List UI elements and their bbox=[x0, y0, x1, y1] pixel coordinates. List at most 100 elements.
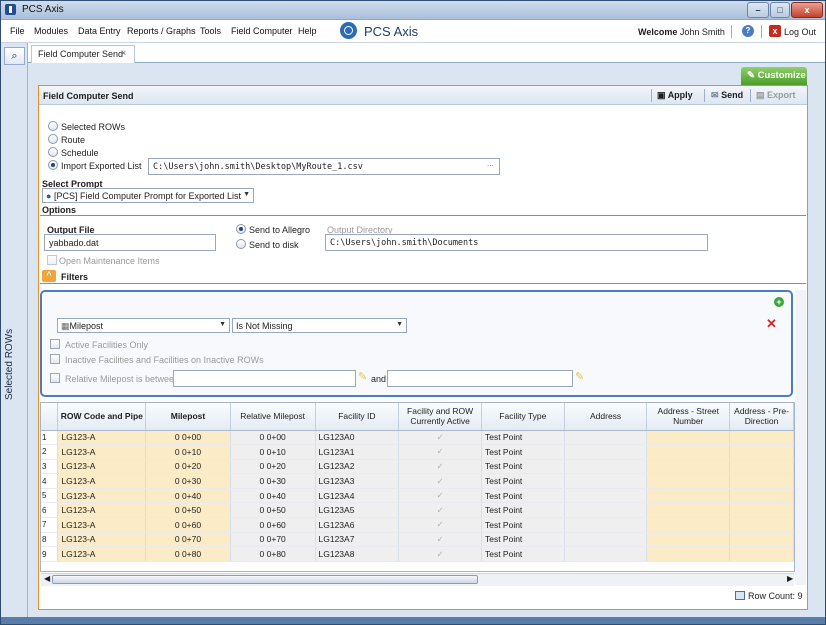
output-directory-field[interactable]: C:\Users\john.smith\Documents bbox=[325, 234, 708, 251]
relative-milepost-to-field[interactable] bbox=[387, 370, 573, 387]
cell-mp[interactable]: 0 0+70 bbox=[145, 532, 231, 548]
column-header[interactable]: Milepost bbox=[145, 403, 231, 431]
column-header[interactable]: Facility ID bbox=[315, 403, 400, 431]
cell-row[interactable]: LG123-A bbox=[57, 459, 147, 475]
cell-row[interactable]: LG123-A bbox=[57, 532, 147, 548]
cell-n[interactable]: 4 bbox=[41, 473, 59, 489]
cell-row[interactable]: LG123-A bbox=[57, 444, 147, 460]
cell-type[interactable]: Test Point bbox=[481, 546, 565, 562]
cell-rmp[interactable]: 0 0+70 bbox=[230, 532, 316, 548]
radio-route[interactable] bbox=[48, 134, 58, 144]
active-checkbox-cell[interactable]: ✓ bbox=[398, 546, 482, 562]
cell-row[interactable]: LG123-A bbox=[57, 430, 147, 446]
cell-fid[interactable]: LG123A0 bbox=[315, 430, 400, 446]
vertical-scrollbar[interactable] bbox=[795, 290, 806, 585]
close-window-button[interactable]: x bbox=[791, 2, 823, 18]
pencil-icon[interactable]: ✎ bbox=[575, 370, 584, 383]
scroll-left-icon[interactable]: ◀ bbox=[44, 574, 50, 583]
table-row[interactable]: 8 LG123-A 0 0+70 0 0+70 LG123A7 ✓ Test Point bbox=[41, 532, 794, 548]
cell-empty[interactable] bbox=[564, 502, 648, 519]
cell-row[interactable]: LG123-A bbox=[57, 473, 147, 489]
cell-fid[interactable]: LG123A4 bbox=[315, 488, 400, 504]
active-checkbox-cell[interactable]: ✓ bbox=[398, 517, 482, 533]
radio-schedule[interactable] bbox=[48, 147, 58, 157]
export-button[interactable]: ▤ Export bbox=[756, 90, 796, 101]
cell-empty[interactable] bbox=[564, 546, 648, 562]
cell-empty[interactable] bbox=[564, 488, 648, 504]
tab-field-computer-send[interactable]: Field Computer Send bbox=[31, 45, 135, 63]
menu-tools[interactable]: Tools bbox=[200, 26, 221, 36]
relative-milepost-checkbox[interactable] bbox=[50, 373, 60, 383]
cell-row[interactable]: LG123-A bbox=[57, 502, 147, 519]
import-path-field[interactable]: C:\Users\john.smith\Desktop\MyRoute_1.cs… bbox=[148, 158, 500, 175]
cell-empty[interactable] bbox=[729, 502, 794, 519]
menu-file[interactable]: File bbox=[10, 26, 25, 36]
filter-field-dropdown[interactable]: ▦Milepost ▼ bbox=[57, 318, 230, 333]
column-header[interactable]: ROW Code and Pipe bbox=[57, 403, 147, 431]
cell-fid[interactable]: LG123A7 bbox=[315, 532, 400, 548]
search-icon[interactable]: ⌕ bbox=[4, 47, 25, 65]
cell-n[interactable]: 9 bbox=[41, 546, 59, 562]
table-row[interactable]: 1 LG123-A 0 0+00 0 0+00 LG123A0 ✓ Test Point bbox=[41, 430, 794, 446]
cell-type[interactable]: Test Point bbox=[481, 459, 565, 475]
cell-n[interactable]: 3 bbox=[41, 459, 59, 475]
maximize-button[interactable]: □ bbox=[770, 2, 790, 18]
column-header[interactable]: Address bbox=[564, 403, 648, 431]
menu-data-entry[interactable]: Data Entry bbox=[78, 26, 121, 36]
cell-empty[interactable] bbox=[729, 517, 794, 533]
radio-import-exported-list[interactable] bbox=[48, 160, 58, 170]
cell-row[interactable]: LG123-A bbox=[57, 546, 147, 562]
active-checkbox-cell[interactable]: ✓ bbox=[398, 473, 482, 489]
active-facilities-checkbox[interactable] bbox=[50, 339, 60, 349]
cell-type[interactable]: Test Point bbox=[481, 488, 565, 504]
cell-empty[interactable] bbox=[646, 430, 731, 446]
menu-reports-graphs[interactable]: Reports / Graphs bbox=[127, 26, 196, 36]
table-row[interactable]: 2 LG123-A 0 0+10 0 0+10 LG123A1 ✓ Test Point bbox=[41, 444, 794, 460]
cell-fid[interactable]: LG123A2 bbox=[315, 459, 400, 475]
cell-type[interactable]: Test Point bbox=[481, 430, 565, 446]
active-checkbox-cell[interactable]: ✓ bbox=[398, 430, 482, 446]
cell-rmp[interactable]: 0 0+40 bbox=[230, 488, 316, 504]
scroll-right-icon[interactable]: ▶ bbox=[787, 574, 793, 583]
selected-rows-panel-toggle[interactable]: Selected ROWs bbox=[4, 329, 20, 400]
cell-mp[interactable]: 0 0+40 bbox=[145, 488, 231, 504]
cell-empty[interactable] bbox=[564, 517, 648, 533]
cell-empty[interactable] bbox=[646, 444, 731, 460]
cell-fid[interactable]: LG123A6 bbox=[315, 517, 400, 533]
cell-rmp[interactable]: 0 0+00 bbox=[230, 430, 316, 446]
cell-fid[interactable]: LG123A1 bbox=[315, 444, 400, 460]
radio-send-to-allegro[interactable] bbox=[236, 224, 246, 234]
output-file-field[interactable]: yabbado.dat bbox=[44, 234, 216, 251]
table-row[interactable]: 7 LG123-A 0 0+60 0 0+60 LG123A6 ✓ Test Point bbox=[41, 517, 794, 533]
logout-icon[interactable]: x bbox=[769, 25, 781, 37]
browse-button[interactable]: ... bbox=[487, 159, 494, 168]
cell-empty[interactable] bbox=[729, 532, 794, 548]
collapse-filters-icon[interactable]: ^ bbox=[42, 270, 56, 282]
help-icon[interactable]: ? bbox=[742, 25, 754, 37]
cell-empty[interactable] bbox=[729, 459, 794, 475]
cell-empty[interactable] bbox=[729, 473, 794, 489]
column-header[interactable]: Relative Milepost bbox=[230, 403, 316, 431]
cell-empty[interactable] bbox=[564, 444, 648, 460]
menu-help[interactable]: Help bbox=[298, 26, 317, 36]
table-row[interactable]: 6 LG123-A 0 0+50 0 0+50 LG123A5 ✓ Test Point bbox=[41, 502, 794, 519]
cell-empty[interactable] bbox=[729, 546, 794, 562]
horizontal-scroll-thumb[interactable] bbox=[52, 575, 478, 584]
send-button[interactable]: ✉ Send bbox=[711, 90, 743, 101]
tab-close-icon[interactable]: × bbox=[121, 48, 126, 58]
cell-rmp[interactable]: 0 0+80 bbox=[230, 546, 316, 562]
cell-type[interactable]: Test Point bbox=[481, 532, 565, 548]
cell-empty[interactable] bbox=[646, 459, 731, 475]
cell-empty[interactable] bbox=[646, 473, 731, 489]
column-header[interactable]: Address - Street Number bbox=[646, 403, 731, 431]
cell-n[interactable]: 5 bbox=[41, 488, 59, 504]
pencil-icon[interactable]: ✎ bbox=[358, 370, 367, 383]
menu-modules[interactable]: Modules bbox=[34, 26, 68, 36]
cell-row[interactable]: LG123-A bbox=[57, 517, 147, 533]
open-maintenance-checkbox[interactable] bbox=[47, 255, 57, 265]
cell-empty[interactable] bbox=[646, 532, 731, 548]
column-header[interactable]: Facility Type bbox=[481, 403, 565, 431]
cell-rmp[interactable]: 0 0+60 bbox=[230, 517, 316, 533]
cell-mp[interactable]: 0 0+20 bbox=[145, 459, 231, 475]
cell-mp[interactable]: 0 0+10 bbox=[145, 444, 231, 460]
